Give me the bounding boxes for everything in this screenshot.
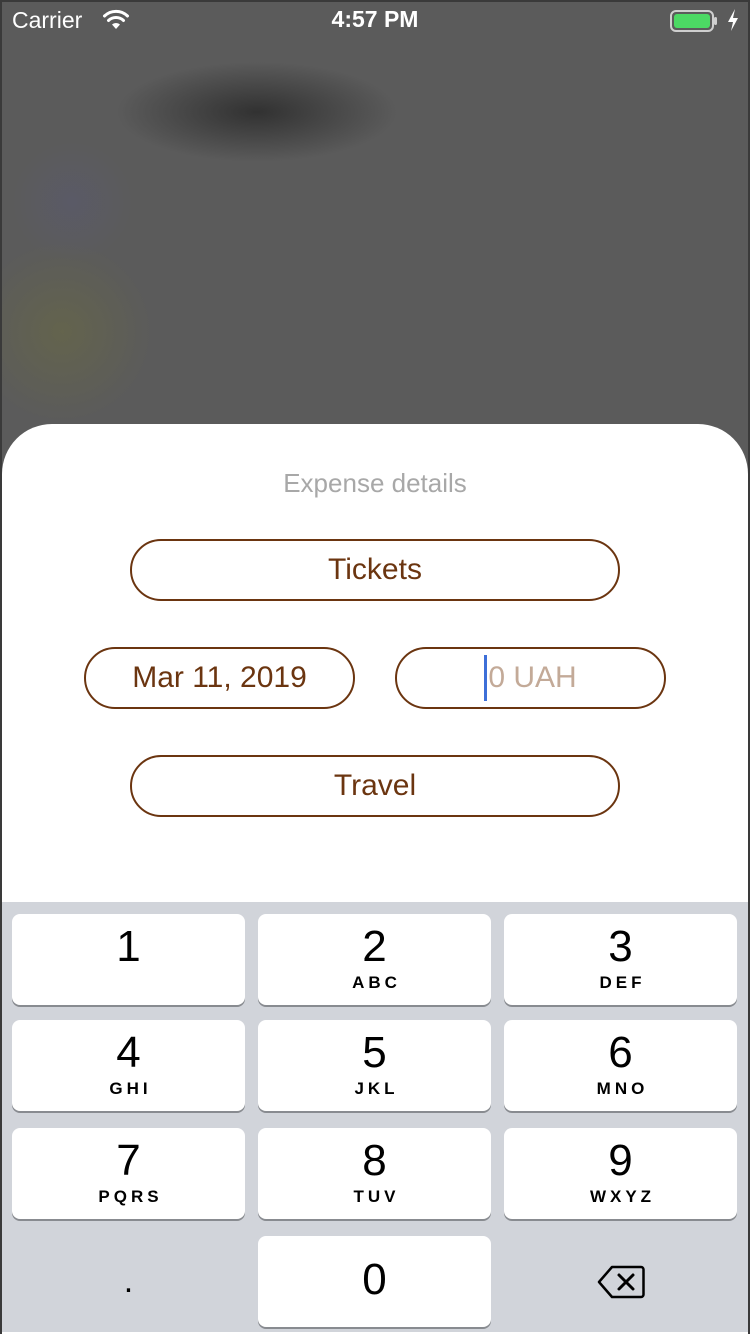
key-letters: DEF (599, 973, 646, 992)
expense-name-field[interactable]: Tickets (130, 539, 620, 601)
sheet-title: Expense details (283, 468, 467, 498)
key-8[interactable]: 8 TUV (258, 1128, 491, 1219)
key-digit: 7 (116, 1136, 141, 1185)
key-digit: 6 (608, 1028, 633, 1077)
text-cursor (484, 655, 488, 701)
key-9[interactable]: 9 WXYZ (504, 1128, 737, 1219)
key-digit: 1 (116, 922, 141, 971)
expense-category-button[interactable]: Travel (130, 755, 620, 817)
key-letters: ABC (352, 973, 401, 992)
expense-name-value: Tickets (328, 553, 422, 586)
expense-date-button[interactable]: Mar 11, 2019 (84, 647, 355, 709)
key-digit: 3 (608, 922, 633, 971)
key-delete[interactable] (504, 1236, 737, 1327)
expense-date-value: Mar 11, 2019 (132, 661, 307, 694)
key-digit: 2 (362, 922, 387, 971)
key-letters: WXYZ (589, 1187, 656, 1206)
key-digit: 5 (362, 1028, 387, 1077)
key-digit: 9 (608, 1136, 633, 1185)
delete-backward-icon (597, 1265, 645, 1298)
status-bar: Carrier 4:57 PM (0, 0, 750, 40)
key-digit: 8 (362, 1136, 387, 1185)
key-1[interactable]: 1 (12, 914, 245, 1005)
battery-icon (670, 10, 717, 32)
charging-bolt-icon (728, 9, 738, 31)
key-0[interactable]: 0 (258, 1236, 491, 1327)
key-3[interactable]: 3 DEF (504, 914, 737, 1005)
expense-category-value: Travel (333, 769, 417, 802)
key-2[interactable]: 2 ABC (258, 914, 491, 1005)
amount-input-content: 0 UAH (484, 655, 577, 701)
key-7[interactable]: 7 PQRS (12, 1128, 245, 1219)
key-letters: JKL (354, 1079, 399, 1098)
key-decimal[interactable]: . (12, 1236, 245, 1327)
key-digit: 0 (362, 1255, 387, 1304)
numeric-keyboard: 1 2 ABC 3 DEF 4 GHI 5 JKL 6 MNO 7 PQRS 8… (2, 902, 748, 1332)
key-digit: 4 (116, 1028, 141, 1077)
key-4[interactable]: 4 GHI (12, 1020, 245, 1111)
status-time: 4:57 PM (331, 6, 419, 32)
key-6[interactable]: 6 MNO (504, 1020, 737, 1111)
amount-placeholder: 0 UAH (488, 661, 577, 694)
key-letters: PQRS (98, 1187, 163, 1206)
expense-amount-field[interactable]: 0 UAH (395, 647, 666, 709)
key-letters: MNO (596, 1079, 649, 1098)
key-letters: GHI (109, 1079, 152, 1098)
key-letters: TUV (353, 1187, 400, 1206)
key-5[interactable]: 5 JKL (258, 1020, 491, 1111)
